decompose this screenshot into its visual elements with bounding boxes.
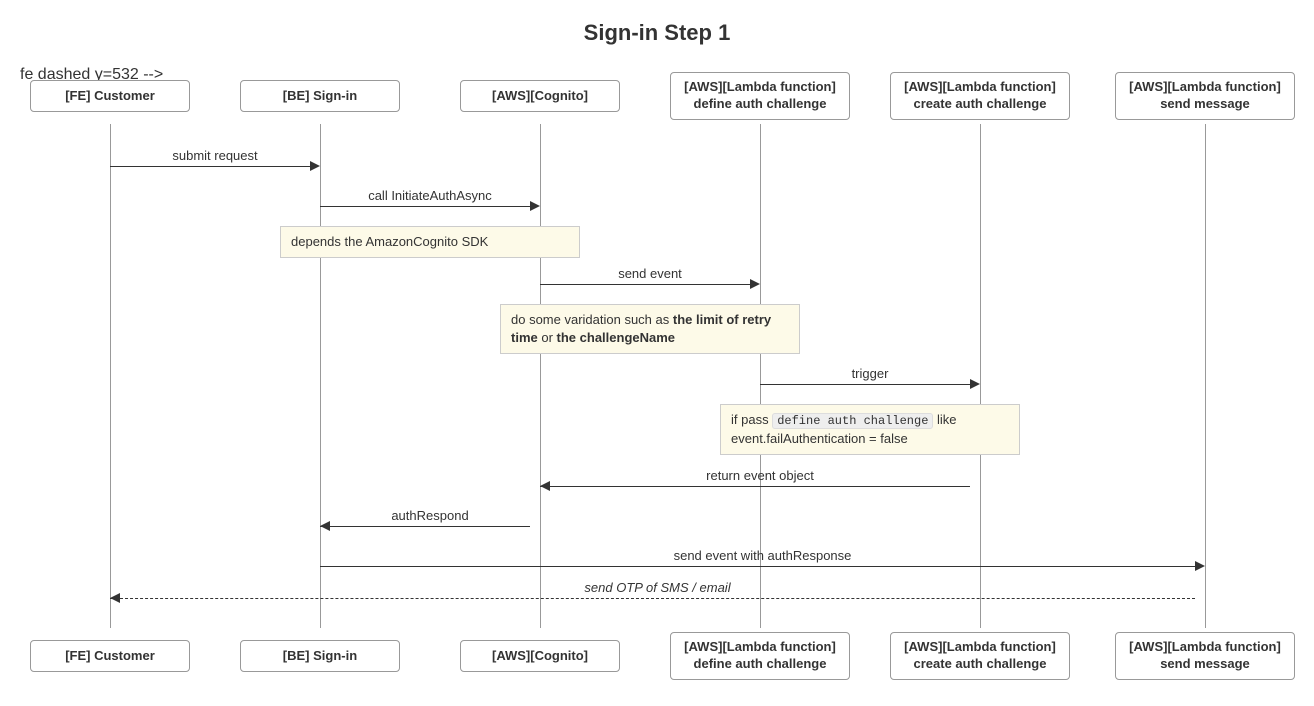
note-validation: do some varidation such as the limit of … bbox=[500, 304, 800, 354]
actor-create-top: [AWS][Lambda function] create auth chall… bbox=[890, 72, 1070, 120]
page-title: Sign-in Step 1 bbox=[20, 20, 1294, 46]
note-ifpass-pre: if pass bbox=[731, 412, 772, 427]
msg-trigger: trigger bbox=[760, 366, 980, 381]
sequence-diagram: [FE] Customer [BE] Sign-in [AWS][Cognito… bbox=[20, 66, 1294, 686]
actor-fe-top: [FE] Customer bbox=[30, 80, 190, 112]
lifeline-send bbox=[1205, 124, 1206, 628]
actor-create-bottom: [AWS][Lambda function] create auth chall… bbox=[890, 632, 1070, 680]
actor-cognito-top: [AWS][Cognito] bbox=[460, 80, 620, 112]
note-ifpass: if pass define auth challenge like event… bbox=[720, 404, 1020, 455]
arrow-authrespond bbox=[320, 526, 530, 527]
actor-be-bottom: [BE] Sign-in bbox=[240, 640, 400, 672]
msg-sendevent: send event bbox=[540, 266, 760, 281]
note-validation-text-pre: do some varidation such as bbox=[511, 312, 673, 327]
arrow-sendevent bbox=[540, 284, 750, 285]
msg-initiate: call InitiateAuthAsync bbox=[320, 188, 540, 203]
msg-authrespond: authRespond bbox=[320, 508, 540, 523]
arrow-return bbox=[540, 486, 970, 487]
actor-fe-bottom: [FE] Customer bbox=[30, 640, 190, 672]
actor-send-top: [AWS][Lambda function] send message bbox=[1115, 72, 1295, 120]
arrow-trigger bbox=[760, 384, 970, 385]
note-validation-text-mid: or bbox=[538, 330, 557, 345]
arrow-sendauthresp bbox=[320, 566, 1195, 567]
actor-send-bottom: [AWS][Lambda function] send message bbox=[1115, 632, 1295, 680]
actor-define-bottom: [AWS][Lambda function] define auth chall… bbox=[670, 632, 850, 680]
msg-submit: submit request bbox=[110, 148, 320, 163]
msg-sendauthresp: send event with authResponse bbox=[320, 548, 1205, 563]
actor-define-top: [AWS][Lambda function] define auth chall… bbox=[670, 72, 850, 120]
msg-return: return event object bbox=[540, 468, 980, 483]
arrow-sendotp bbox=[110, 598, 1195, 599]
actor-cognito-bottom: [AWS][Cognito] bbox=[460, 640, 620, 672]
note-ifpass-code: define auth challenge bbox=[772, 413, 933, 429]
arrow-initiate bbox=[320, 206, 530, 207]
note-validation-b2: the challengeName bbox=[557, 330, 676, 345]
actor-be-top: [BE] Sign-in bbox=[240, 80, 400, 112]
msg-sendotp: send OTP of SMS / email bbox=[110, 580, 1205, 595]
note-sdk: depends the AmazonCognito SDK bbox=[280, 226, 580, 258]
arrow-submit bbox=[110, 166, 310, 167]
lifeline-fe bbox=[110, 124, 111, 628]
